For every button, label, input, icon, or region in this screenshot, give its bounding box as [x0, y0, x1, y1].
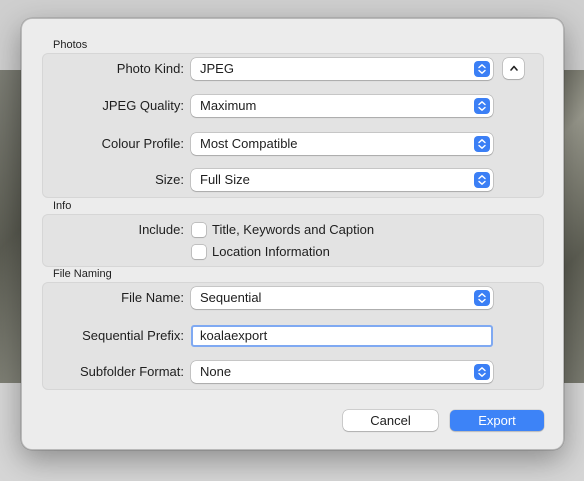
file-name-value: Sequential [200, 290, 262, 305]
colour-profile-popup[interactable]: Most Compatible [191, 133, 493, 155]
jpeg-quality-value: Maximum [200, 98, 257, 113]
title-keywords-caption-label: Title, Keywords and Caption [212, 222, 375, 237]
include-label: Include: [138, 222, 184, 237]
subfolder-format-label: Subfolder Format: [79, 364, 184, 379]
size-value: Full Size [200, 172, 250, 187]
export-dialog: Photos Photo Kind: JPEG JPEG Quality: Ma… [21, 18, 564, 450]
location-information-checkbox[interactable] [192, 245, 206, 259]
up-down-chevron-icon [474, 136, 490, 152]
size-popup[interactable]: Full Size [191, 169, 493, 191]
file-name-popup[interactable]: Sequential [191, 287, 493, 309]
section-title-file-naming: File Naming [53, 268, 112, 280]
up-down-chevron-icon [474, 172, 490, 188]
file-name-label: File Name: [121, 290, 184, 305]
disclosure-button[interactable] [503, 58, 524, 79]
location-information-label: Location Information [212, 244, 330, 259]
section-title-info: Info [53, 200, 72, 212]
photo-kind-value: JPEG [200, 61, 234, 76]
size-label: Size: [155, 172, 184, 187]
section-title-photos: Photos [53, 39, 88, 51]
jpeg-quality-label: JPEG Quality: [102, 98, 184, 113]
up-down-chevron-icon [474, 61, 490, 77]
up-down-chevron-icon [474, 290, 490, 306]
export-button[interactable]: Export [450, 410, 544, 431]
sequential-prefix-label: Sequential Prefix: [82, 328, 184, 343]
subfolder-format-value: None [200, 364, 232, 379]
up-down-chevron-icon [474, 98, 490, 114]
colour-profile-value: Most Compatible [200, 136, 298, 151]
up-down-chevron-icon [474, 364, 490, 380]
cancel-button[interactable]: Cancel [343, 410, 438, 431]
chevron-up-icon [509, 65, 518, 71]
colour-profile-label: Colour Profile: [101, 136, 184, 151]
photo-kind-label: Photo Kind: [116, 61, 184, 76]
title-keywords-caption-checkbox[interactable] [192, 223, 206, 237]
jpeg-quality-popup[interactable]: Maximum [191, 95, 493, 117]
sequential-prefix-field[interactable]: koalaexport [191, 325, 493, 347]
photo-kind-popup[interactable]: JPEG [191, 58, 493, 80]
subfolder-format-popup[interactable]: None [191, 361, 493, 383]
